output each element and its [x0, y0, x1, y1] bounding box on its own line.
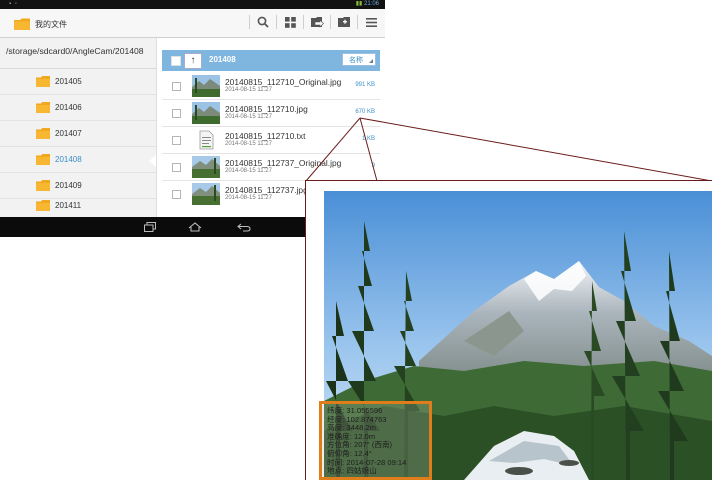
row-checkbox[interactable] [172, 82, 181, 91]
toolbar [244, 12, 379, 32]
image-thumbnail [192, 183, 220, 205]
menu-icon[interactable] [363, 14, 379, 30]
image-thumbnail [192, 102, 220, 124]
folder-icon [36, 128, 50, 139]
folder-icon [36, 200, 50, 211]
folder-icon [14, 18, 30, 30]
toolbar-divider [303, 15, 304, 29]
sidebar-item-201411[interactable]: 201411 [0, 193, 156, 218]
folder-sidebar: /storage/sdcard0/AngleCam/201408 201405 … [0, 38, 157, 217]
file-row[interactable]: 20140815_112710.txt 2014-08-15 11:27 1 K… [162, 127, 380, 154]
dropdown-corner-icon [369, 59, 373, 63]
search-icon[interactable] [255, 14, 271, 30]
file-row[interactable]: 20140815_112710_Original.jpg 2014-08-15 … [162, 73, 380, 100]
toolbar-divider [330, 15, 331, 29]
image-thumbnail [192, 75, 220, 97]
folder-label: 201407 [55, 129, 82, 138]
sidebar-item-201406[interactable]: 201406 [0, 95, 156, 121]
folder-label: 201406 [55, 103, 82, 112]
up-folder-button[interactable]: ↑ [184, 53, 202, 69]
toolbar-divider [357, 15, 358, 29]
sidebar-item-201405[interactable]: 201405 [0, 69, 156, 95]
folder-title: 201408 [209, 55, 236, 64]
file-name: 20140815_112737.jpg [225, 185, 308, 195]
file-size: 9 [371, 163, 375, 169]
file-name: 20140815_112710_Original.jpg [225, 77, 342, 87]
file-name: 20140815_112710.jpg [225, 104, 308, 114]
list-header: ↑ 201408 名称 [162, 50, 380, 71]
sort-label: 名称 [349, 57, 363, 64]
up-arrow-icon: ↑ [190, 55, 196, 66]
sidebar-item-201408[interactable]: 201408 [0, 147, 156, 173]
signal-icon: ▮▮ [355, 1, 363, 7]
folder-label: 201409 [55, 181, 82, 190]
folder-icon [36, 102, 50, 113]
exif-info-box: 纬度: 31.055596 经度: 102.874763 高度: 3448.2m… [319, 401, 432, 480]
image-thumbnail [192, 156, 220, 178]
status-notification-icons: ▪ ▫ [9, 1, 18, 7]
row-checkbox[interactable] [172, 136, 181, 145]
sort-dropdown[interactable]: 名称 [342, 53, 376, 66]
folder-icon [36, 154, 50, 165]
recent-apps-icon[interactable] [142, 220, 158, 234]
toolbar-divider [249, 15, 250, 29]
status-time: 21:06 [363, 1, 379, 7]
file-name: 20140815_112710.txt [225, 131, 306, 141]
status-bar: ▪ ▫ ▮▮ 21:06 [0, 0, 385, 9]
exif-text: 纬度: 31.055596 经度: 102.874763 高度: 3448.2m… [327, 406, 406, 476]
exif-line-location: 地点: 四姑娘山 [327, 466, 377, 476]
status-clock: ▮▮ 21:06 [356, 0, 379, 7]
file-date: 2014-08-15 11:27 [225, 114, 272, 120]
row-checkbox[interactable] [172, 109, 181, 118]
grid-view-icon[interactable] [282, 14, 298, 30]
file-date: 2014-08-15 11:27 [225, 195, 272, 201]
row-checkbox[interactable] [172, 190, 181, 199]
file-date: 2014-08-15 11:27 [225, 141, 272, 147]
folder-label: 201411 [55, 201, 82, 210]
toolbar-divider [276, 15, 277, 29]
folder-label: 201405 [55, 77, 82, 86]
current-path: /storage/sdcard0/AngleCam/201408 [6, 46, 144, 56]
file-row[interactable]: 20140815_112710.jpg 2014-08-15 11:27 670… [162, 100, 380, 127]
file-size: 670 KB [355, 109, 375, 115]
file-name: 20140815_112737_Original.jpg [225, 158, 342, 168]
select-all-checkbox[interactable] [171, 56, 181, 66]
text-file-icon [192, 129, 220, 151]
row-checkbox[interactable] [172, 163, 181, 172]
file-date: 2014-08-15 11:27 [225, 87, 272, 93]
home-icon[interactable] [187, 220, 203, 234]
folder-label: 201408 [55, 155, 82, 164]
app-title: 我的文件 [35, 20, 67, 29]
back-icon[interactable] [236, 220, 252, 234]
file-row[interactable]: 20140815_112737_Original.jpg 2014-08-15 … [162, 154, 380, 181]
folder-icon [36, 180, 50, 191]
sidebar-item-201407[interactable]: 201407 [0, 121, 156, 147]
file-size: 991 KB [355, 82, 375, 88]
folder-icon [36, 76, 50, 87]
folder-move-icon[interactable] [309, 14, 325, 30]
new-folder-icon[interactable] [336, 14, 352, 30]
file-date: 2014-08-15 11:27 [225, 168, 272, 174]
file-size: 1 KB [361, 136, 375, 142]
selection-indicator [149, 155, 156, 167]
